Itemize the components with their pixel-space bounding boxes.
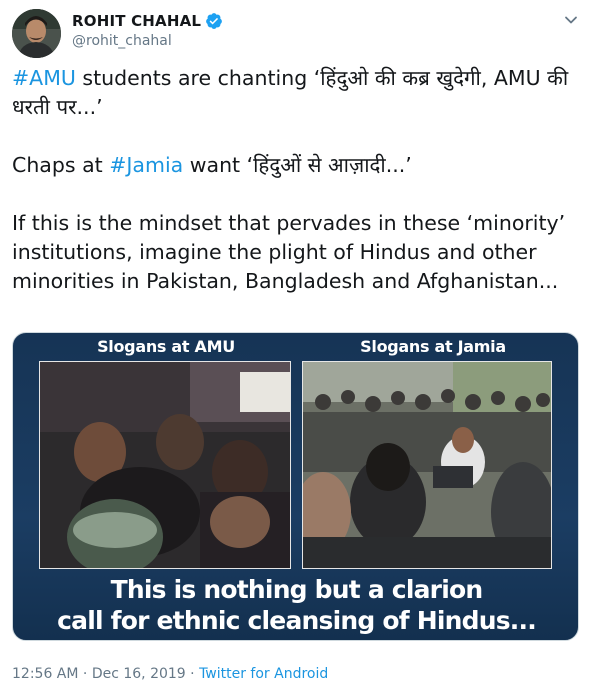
tweet-paragraph-2: Chaps at #Jamia want ‘हिंदुओं से आज़ादी.… bbox=[12, 151, 590, 180]
meta-separator: · bbox=[78, 666, 92, 682]
video-frame-amu bbox=[39, 361, 291, 569]
name-row: ROHIT CHAHAL bbox=[72, 10, 223, 32]
tweet-meta: 12:56 AM · Dec 16, 2019 · Twitter for An… bbox=[12, 666, 328, 682]
tweet-line-2-text: want ‘हिंदुओं से आज़ादी...’ bbox=[183, 153, 412, 177]
tweet-time[interactable]: 12:56 AM bbox=[12, 666, 78, 682]
video-frame-jamia bbox=[302, 361, 552, 569]
user-info: ROHIT CHAHAL @rohit_chahal bbox=[72, 10, 223, 49]
tweet-source[interactable]: Twitter for Android bbox=[199, 666, 328, 682]
verified-badge-icon bbox=[205, 12, 223, 30]
tweet-text: #AMU students are chanting ‘हिंदुओ की कब… bbox=[12, 64, 590, 296]
avatar[interactable] bbox=[12, 9, 61, 58]
user-handle[interactable]: @rohit_chahal bbox=[72, 33, 223, 49]
media-label-left: Slogans at AMU bbox=[97, 337, 235, 356]
tweet-paragraph-1: #AMU students are chanting ‘हिंदुओ की कब… bbox=[12, 64, 590, 122]
display-name[interactable]: ROHIT CHAHAL bbox=[72, 12, 201, 30]
tweet-date[interactable]: Dec 16, 2019 bbox=[92, 666, 186, 682]
chevron-down-icon[interactable] bbox=[563, 12, 579, 28]
media-caption-line-1: This is nothing but a clarion bbox=[110, 575, 484, 604]
hashtag-amu[interactable]: #AMU bbox=[12, 66, 76, 90]
tweet-line-1-text: students are chanting ‘हिंदुओ की कब्र खु… bbox=[12, 66, 569, 119]
media-label-right: Slogans at Jamia bbox=[360, 337, 506, 356]
tweet: ROHIT CHAHAL @rohit_chahal #AMU students… bbox=[0, 0, 603, 691]
tweet-line-2-prefix: Chaps at bbox=[12, 153, 110, 177]
hashtag-jamia[interactable]: #Jamia bbox=[109, 153, 183, 177]
media-image[interactable]: Slogans at AMU Slogans at Jamia This is … bbox=[12, 332, 579, 641]
meta-separator-2: · bbox=[185, 666, 200, 682]
media-caption-line-2: call for ethnic cleansing of Hindus... bbox=[57, 606, 537, 635]
tweet-paragraph-3: If this is the mindset that pervades in … bbox=[12, 211, 566, 293]
